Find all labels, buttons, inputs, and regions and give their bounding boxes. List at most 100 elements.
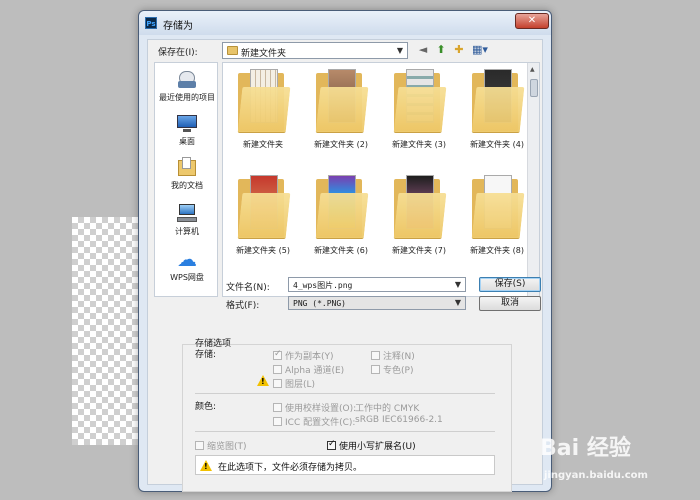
thumbnail-checkbox[interactable]: 缩览图(T) bbox=[195, 439, 247, 452]
spot-checkbox[interactable]: 专色(P) bbox=[371, 363, 413, 376]
folder-item[interactable]: 新建文件夹 (4) bbox=[459, 69, 535, 150]
place-recent[interactable]: 最近使用的项目 bbox=[155, 69, 219, 103]
checkbox-icon bbox=[371, 351, 380, 360]
thumbnail-label: 缩览图(T) bbox=[207, 442, 247, 452]
notes-checkbox[interactable]: 注释(N) bbox=[371, 349, 415, 362]
chevron-down-icon: ▼ bbox=[396, 46, 403, 55]
layers-label: 图层(L) bbox=[285, 380, 316, 390]
folder-item[interactable]: 新建文件夹 (8) bbox=[459, 175, 535, 256]
folder-item[interactable]: 新建文件夹 (5) bbox=[225, 175, 301, 256]
lowercase-ext-label: 使用小写扩展名(U) bbox=[339, 442, 416, 452]
close-button[interactable]: ✕ bbox=[515, 13, 549, 29]
place-documents[interactable]: 我的文档 bbox=[155, 157, 219, 191]
folder-icon bbox=[315, 175, 369, 239]
new-folder-icon[interactable]: ✚ bbox=[452, 43, 466, 57]
checkbox-icon bbox=[273, 403, 282, 412]
dialog-body: 保存在(I): 新建文件夹 ▼ ◄ ⬆ ✚ ▦▾ 最近使用的项目 桌面 我的文档… bbox=[147, 39, 543, 492]
filename-input[interactable]: 4_wps图片.png ▼ bbox=[288, 277, 466, 292]
vertical-scrollbar[interactable]: ▲ ▼ bbox=[527, 63, 539, 296]
folder-icon bbox=[471, 175, 525, 239]
save-button[interactable]: 保存(S) bbox=[479, 277, 541, 292]
desktop-icon bbox=[176, 113, 198, 133]
save-in-dropdown[interactable]: 新建文件夹 ▼ bbox=[222, 42, 408, 59]
icc-checkbox[interactable]: ICC 配置文件(C): bbox=[273, 415, 355, 428]
folder-icon bbox=[393, 175, 447, 239]
folder-name: 新建文件夹 (4) bbox=[470, 140, 524, 149]
folder-icon bbox=[227, 46, 238, 55]
folder-item[interactable]: 新建文件夹 bbox=[225, 69, 301, 150]
checkbox-checked-icon bbox=[327, 439, 336, 450]
format-dropdown[interactable]: PNG (*.PNG) ▼ bbox=[288, 296, 466, 310]
as-copy-checkbox[interactable]: 作为副本(Y) bbox=[273, 349, 334, 362]
scroll-thumb[interactable] bbox=[530, 79, 538, 97]
cancel-button[interactable]: 取消 bbox=[479, 296, 541, 311]
filename-label: 文件名(N): bbox=[226, 283, 270, 293]
chevron-down-icon: ▼ bbox=[454, 298, 461, 307]
place-label: 桌面 bbox=[179, 137, 195, 146]
layers-checkbox[interactable]: 图层(L) bbox=[273, 377, 315, 390]
watermark-logo: Bai 经验 bbox=[540, 436, 631, 461]
spot-label: 专色(P) bbox=[383, 366, 414, 376]
photoshop-icon: Ps bbox=[145, 17, 157, 29]
warning-text: 在此选项下，文件必须存储为拷贝。 bbox=[218, 463, 363, 473]
file-list: 新建文件夹 新建文件夹 (2) 新建文件夹 (3) 新建文件夹 (4) 新建文件… bbox=[222, 62, 540, 297]
notes-label: 注释(N) bbox=[383, 352, 415, 362]
color-label: 颜色: bbox=[195, 402, 217, 412]
cloud-icon: ☁ bbox=[177, 247, 197, 271]
title-bar: Ps 存储为 ✕ bbox=[139, 11, 551, 35]
checkbox-icon bbox=[371, 365, 380, 374]
filename-value: 4_wps图片.png bbox=[293, 281, 353, 290]
transparent-canvas-preview bbox=[72, 217, 142, 445]
checkbox-icon bbox=[273, 417, 282, 426]
store-label: 存储: bbox=[195, 350, 217, 360]
icc-label: ICC 配置文件(C): bbox=[285, 418, 356, 428]
folder-icon bbox=[315, 69, 369, 133]
format-label: 格式(F): bbox=[226, 301, 260, 311]
folder-item[interactable]: 新建文件夹 (6) bbox=[303, 175, 379, 256]
divider bbox=[195, 431, 495, 432]
icc-value: sRGB IEC61966-2.1 bbox=[355, 415, 443, 425]
checkbox-icon bbox=[273, 365, 282, 374]
folder-name: 新建文件夹 (8) bbox=[470, 246, 524, 255]
dialog-title: 存储为 bbox=[163, 21, 193, 32]
checkbox-icon bbox=[195, 441, 204, 450]
folder-icon bbox=[237, 175, 291, 239]
proof-label: 使用校样设置(O): bbox=[285, 404, 357, 414]
warning-icon: ! bbox=[200, 460, 212, 474]
proof-checkbox[interactable]: 使用校样设置(O): bbox=[273, 401, 356, 414]
folder-item[interactable]: 新建文件夹 (3) bbox=[381, 69, 457, 150]
folder-name: 新建文件夹 (3) bbox=[392, 140, 446, 149]
place-label: 计算机 bbox=[175, 227, 199, 236]
warning-box: ! 在此选项下，文件必须存储为拷贝。 bbox=[195, 455, 495, 475]
folder-name: 新建文件夹 (6) bbox=[314, 246, 368, 255]
chevron-down-icon: ▼ bbox=[454, 280, 461, 289]
recent-places-icon bbox=[176, 69, 198, 89]
folder-icon bbox=[393, 69, 447, 133]
as-copy-label: 作为副本(Y) bbox=[285, 352, 334, 362]
folder-icon bbox=[471, 69, 525, 133]
save-in-value: 新建文件夹 bbox=[241, 49, 287, 59]
place-desktop[interactable]: 桌面 bbox=[155, 113, 219, 147]
lowercase-ext-checkbox[interactable]: 使用小写扩展名(U) bbox=[327, 439, 416, 452]
place-wps-cloud[interactable]: ☁ WPS网盘 bbox=[155, 249, 219, 283]
format-value: PNG (*.PNG) bbox=[293, 299, 346, 308]
documents-icon bbox=[176, 157, 198, 177]
folder-item[interactable]: 新建文件夹 (2) bbox=[303, 69, 379, 150]
up-folder-icon[interactable]: ⬆ bbox=[434, 43, 448, 57]
save-as-dialog: Ps 存储为 ✕ 保存在(I): 新建文件夹 ▼ ◄ ⬆ ✚ ▦▾ 最近使用的项… bbox=[138, 10, 552, 492]
alpha-checkbox[interactable]: Alpha 通道(E) bbox=[273, 363, 344, 376]
watermark-url: jingyan.baidu.com bbox=[544, 470, 648, 481]
checkbox-icon bbox=[273, 379, 282, 388]
scroll-up-icon[interactable]: ▲ bbox=[530, 66, 535, 73]
checkbox-checked-icon bbox=[273, 349, 282, 360]
back-icon[interactable]: ◄ bbox=[416, 43, 430, 57]
save-options-panel: 存储选项 存储: 作为副本(Y) 注释(N) Alpha 通道(E) 专色(P)… bbox=[182, 339, 512, 492]
divider bbox=[195, 393, 495, 394]
place-label: 最近使用的项目 bbox=[159, 93, 215, 102]
save-in-label: 保存在(I): bbox=[158, 48, 198, 58]
folder-name: 新建文件夹 (2) bbox=[314, 140, 368, 149]
folder-item[interactable]: 新建文件夹 (7) bbox=[381, 175, 457, 256]
view-menu-icon[interactable]: ▦▾ bbox=[470, 43, 490, 57]
place-computer[interactable]: 计算机 bbox=[155, 203, 219, 237]
places-bar: 最近使用的项目 桌面 我的文档 计算机 ☁ WPS网盘 bbox=[154, 62, 218, 297]
